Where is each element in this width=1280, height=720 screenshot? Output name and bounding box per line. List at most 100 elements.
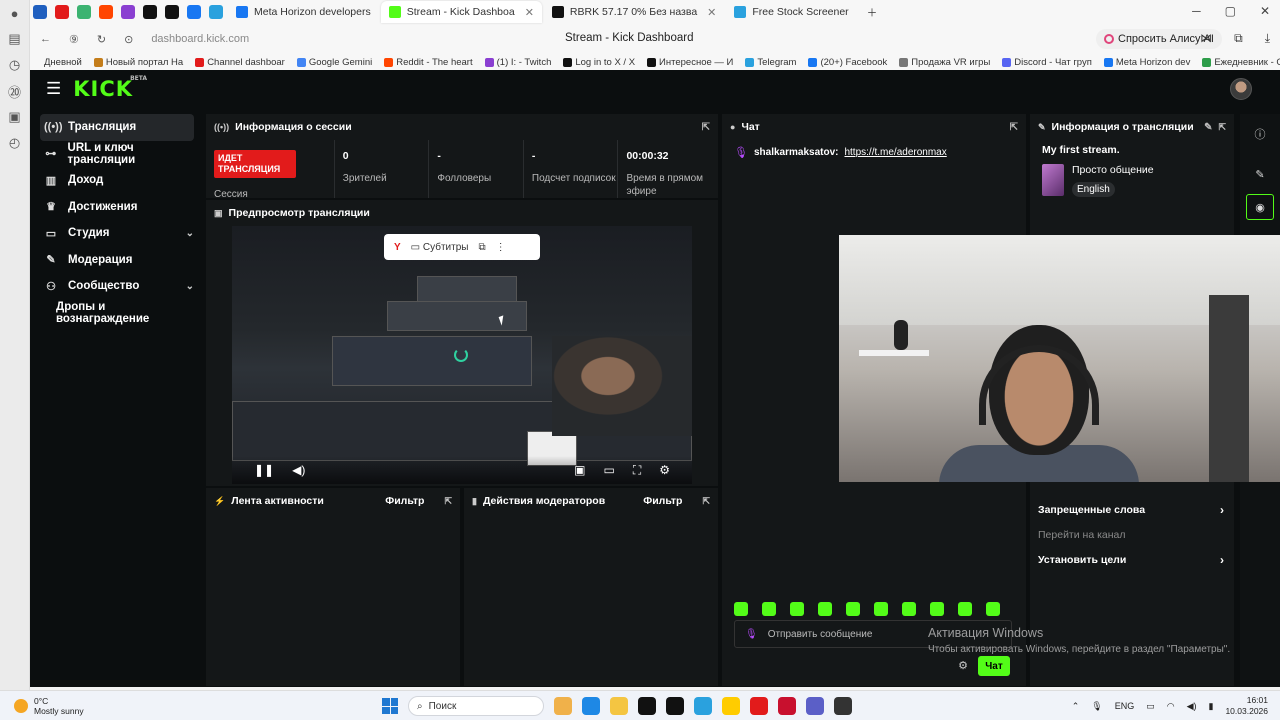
emote-icon[interactable] [846,602,860,616]
popout-icon[interactable]: ⇱ [702,496,710,507]
copilot-icon[interactable] [554,697,572,715]
url-field[interactable]: dashboard.kick.com [151,33,249,45]
close-tab-icon[interactable]: ✕ [525,6,534,19]
bookmark[interactable]: Channel dashboar [195,57,285,68]
popout-icon[interactable]: ⇱ [444,496,452,507]
tab-stock-screener[interactable]: Free Stock Screener [726,1,856,23]
edit-icon[interactable]: ✎ [1204,122,1212,133]
bookmark[interactable]: Продажа VR игры [899,57,990,68]
pause-icon[interactable]: ❚❚ [254,463,274,477]
miniplayer-icon[interactable]: ▣ [574,463,585,478]
download-icon[interactable]: ⤓ [1265,31,1270,46]
extension-icon[interactable] [33,5,47,19]
settings-icon[interactable]: ⚙ [659,463,670,478]
theater-icon[interactable]: ▭ [603,463,614,478]
bookmark[interactable]: (20+) Facebook [808,57,887,68]
info-icon[interactable]: ⓘ [1240,114,1280,154]
chat-settings-icon[interactable]: ⚙ [958,659,968,672]
facebook-icon[interactable] [187,5,201,19]
go-to-channel-item[interactable]: Перейти на канал [1030,522,1234,547]
emote-icon[interactable] [930,602,944,616]
new-tab-button[interactable]: ＋ [859,1,886,23]
bookmark[interactable]: Log in to X / X [563,57,635,68]
twitch-icon[interactable] [121,5,135,19]
bookmark[interactable]: (1) I: - Twitch [484,57,551,68]
filter-button[interactable]: Фильтр [643,495,682,507]
bookmark[interactable]: Дневной [44,57,82,68]
maximize-icon[interactable]: ▢ [1225,4,1236,18]
close-tab-icon[interactable]: ✕ [707,6,716,19]
emote-icon[interactable] [818,602,832,616]
popout-icon[interactable]: ⇱ [702,122,710,133]
extensions-icon[interactable]: ⧉ [1234,31,1243,46]
store-icon[interactable] [638,697,656,715]
close-window-icon[interactable]: ✕ [1260,4,1270,18]
bookmark[interactable]: Интересное — И [647,57,733,68]
emote-icon[interactable] [958,602,972,616]
wifi-icon[interactable]: ◠ [1167,701,1175,712]
lingvo-icon[interactable] [778,697,796,715]
bookmark[interactable]: Ежедневник - Go [1202,57,1280,68]
chat-link[interactable]: https://t.me/aderonmax [844,147,946,158]
yandex-icon[interactable]: ⑨ [69,33,79,46]
emote-icon[interactable] [734,602,748,616]
windows-start-icon[interactable] [382,698,398,714]
bookmark[interactable]: Discord - Чат груп [1002,57,1092,68]
telegram-icon[interactable] [209,5,223,19]
back-icon[interactable]: ← [40,33,51,45]
teams-icon[interactable] [806,697,824,715]
reddit-icon[interactable] [99,5,113,19]
language-indicator[interactable]: ENG [1115,701,1135,711]
emote-icon[interactable] [762,602,776,616]
history-icon[interactable]: ◷ [0,52,29,78]
battery-icon[interactable]: ▮ [1209,701,1214,712]
youtube-icon[interactable] [55,5,69,19]
bookmark[interactable]: Новый портал На [93,57,183,68]
yandex-icon[interactable]: Y [394,242,401,253]
chevron-up-icon[interactable]: ⌃ [1072,701,1080,712]
popout-icon[interactable]: ⇱ [1218,122,1226,133]
kick-logo[interactable]: KICK BETA [73,75,147,101]
clock-icon[interactable]: ◴ [0,130,29,156]
sidebar-item-income[interactable]: ▥ Доход [30,167,200,194]
wallet-icon[interactable]: ⋈ [1200,31,1212,46]
popout-icon[interactable]: ⇱ [1010,122,1018,133]
speaker-icon[interactable]: ◀) [1187,701,1197,712]
pencil-icon[interactable]: ✎ [1240,154,1280,194]
sidebar-item-drops[interactable]: Дропы и вознаграждение [30,300,200,327]
yandex-browser-icon[interactable] [722,697,740,715]
sidebar-item-moderation[interactable]: ✎ Модерация [30,247,200,274]
monitor-icon[interactable]: ▭ [1146,701,1155,712]
tiktok-icon[interactable] [165,5,179,19]
emote-icon[interactable] [874,602,888,616]
subtitles-button[interactable]: ▭ Субтитры [411,242,469,253]
emote-icon[interactable] [986,602,1000,616]
collections-icon[interactable]: ▤ [0,26,29,52]
taskbar-search[interactable]: ⌕ Поиск [408,696,544,716]
plus-site-icon[interactable] [77,5,91,19]
set-goals-item[interactable]: Установить цели › [1030,547,1234,572]
profile-icon[interactable]: ● [0,0,29,26]
minimize-icon[interactable]: ─ [1192,4,1201,18]
bookmark[interactable]: Google Gemini [296,57,372,68]
bookmark[interactable]: Telegram [745,57,796,68]
more-icon[interactable]: ⋮ [496,242,506,253]
sidebar-item-studio[interactable]: ▭ Студия ⌄ [30,220,200,247]
emote-icon[interactable] [790,602,804,616]
pip-icon[interactable]: ⧉ [478,242,485,253]
tab-kick-dashboard[interactable]: Stream - Kick Dashboa ✕ [380,1,542,23]
camera-focus-icon[interactable]: ◉ [1246,194,1274,220]
stream-preview-video[interactable]: Y ▭ Субтитры ⧉ ⋮ ❚❚ ◀) ▣ ▭ ⛶ ⚙ [232,226,692,484]
obs-icon[interactable] [834,697,852,715]
x-icon[interactable] [143,5,157,19]
telegram-icon[interactable] [694,697,712,715]
tiktok-icon[interactable] [666,697,684,715]
banned-words-item[interactable]: Запрещенные слова › [1030,497,1234,522]
folder-icon[interactable] [610,697,628,715]
yandex-icon[interactable] [750,697,768,715]
tab-meta-horizon[interactable]: Meta Horizon developers [228,1,379,23]
reload-icon[interactable]: ↻ [97,33,106,46]
menu-icon[interactable]: ☰ [46,79,61,99]
counter-icon[interactable]: ⑳ [0,78,29,104]
mic-icon[interactable]: 🎙 [1091,701,1102,712]
